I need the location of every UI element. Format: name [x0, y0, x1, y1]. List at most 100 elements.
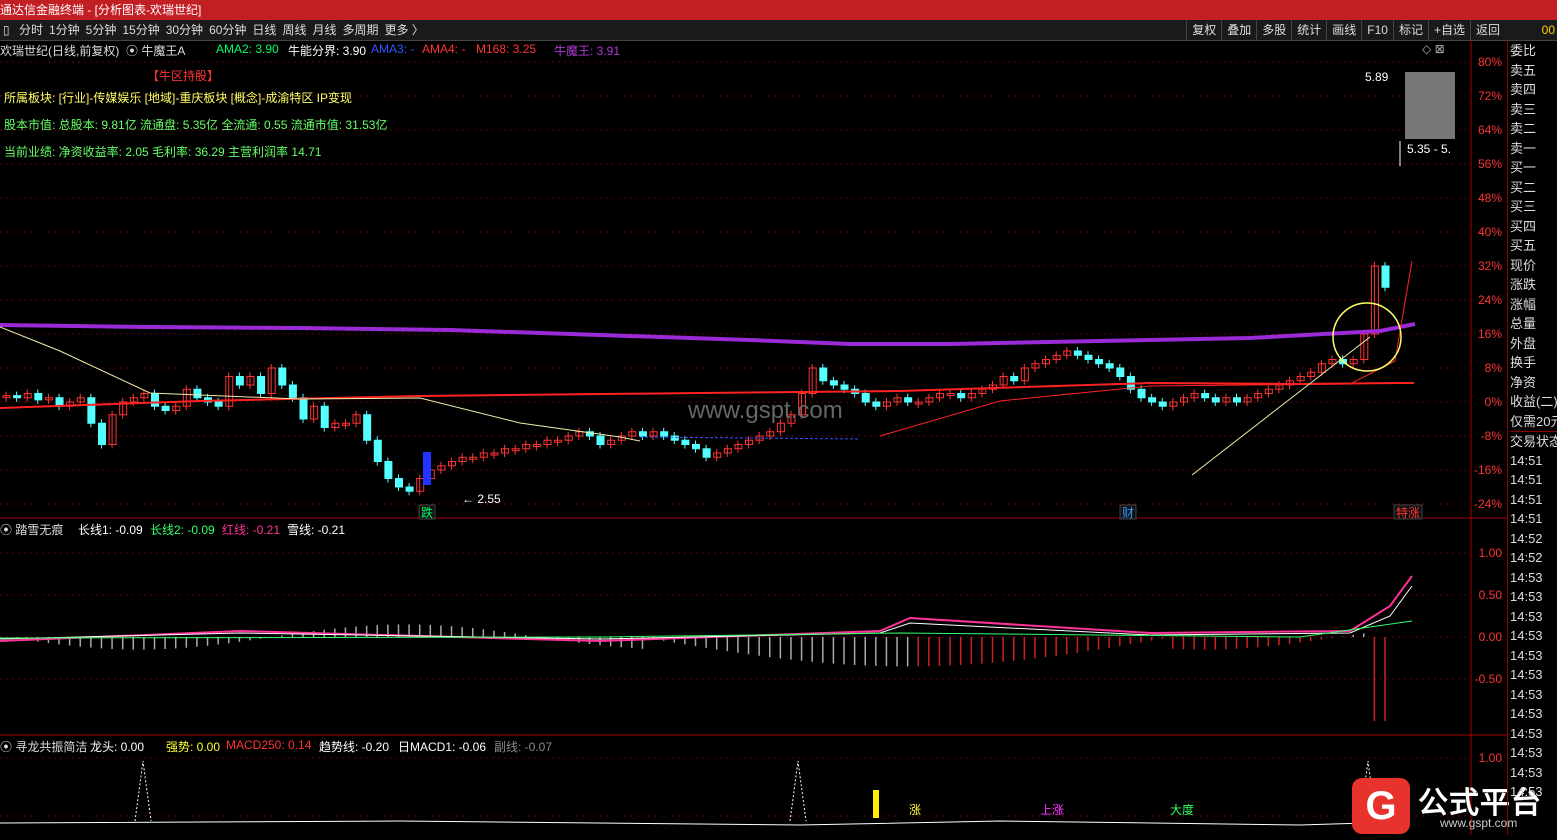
tool-button-1[interactable]: 叠加 — [1221, 20, 1256, 40]
highlight-circle — [1332, 302, 1402, 372]
logo-url: www.gspt.com — [1440, 816, 1518, 830]
y-axis-label: -24% — [1474, 497, 1502, 511]
marker-label: 财 — [1122, 506, 1134, 520]
candle-body — [904, 397, 913, 403]
sidebar-item-17[interactable]: 净资 — [1510, 373, 1557, 393]
sidebar-item-25[interactable]: 14:52 — [1510, 529, 1557, 549]
sidebar-item-33[interactable]: 14:53 — [1510, 685, 1557, 705]
period-tab-6[interactable]: 日线 — [249, 20, 279, 40]
window-title: 通达信金融终端 - [分析图表-欢瑞世纪] — [0, 3, 202, 17]
toolbar-number: 00 — [1541, 23, 1555, 37]
tool-button-5[interactable]: F10 — [1361, 20, 1393, 40]
period-tab-2[interactable]: 5分钟 — [83, 20, 120, 40]
ind1-axis-label: 0.00 — [1479, 630, 1503, 644]
candle-body — [670, 435, 679, 441]
y-axis-label: 64% — [1478, 123, 1502, 137]
sidebar-item-16[interactable]: 换手 — [1510, 353, 1557, 373]
y-axis-label: 8% — [1485, 361, 1503, 375]
period-tab-8[interactable]: 月线 — [309, 20, 339, 40]
indicator2-label: 寻龙共振简洁 — [15, 740, 88, 754]
sidebar-item-1[interactable]: 卖五 — [1510, 61, 1557, 81]
candle-body — [819, 367, 828, 382]
indicator2-icon[interactable]: ⦿ — [0, 740, 12, 754]
sidebar-item-0[interactable]: 委比 — [1510, 41, 1557, 61]
candle-body — [278, 367, 287, 386]
candle-body — [363, 414, 372, 441]
sidebar-item-3[interactable]: 卖三 — [1510, 100, 1557, 120]
sidebar-item-20[interactable]: 交易状态 — [1510, 431, 1557, 451]
sidebar-item-24[interactable]: 14:51 — [1510, 509, 1557, 529]
toolbar-menu-icon[interactable]: ▯ — [0, 20, 13, 40]
candle-body — [1010, 376, 1019, 382]
candle-body — [638, 431, 647, 437]
candle-body — [320, 405, 329, 428]
sidebar-item-37[interactable]: 14:53 — [1510, 763, 1557, 783]
sidebar-item-15[interactable]: 外盘 — [1510, 334, 1557, 354]
sidebar-item-4[interactable]: 卖二 — [1510, 119, 1557, 139]
ind2-axis-label: 1.00 — [1479, 751, 1503, 765]
sidebar-item-28[interactable]: 14:53 — [1510, 587, 1557, 607]
sidebar-item-8[interactable]: 买三 — [1510, 197, 1557, 217]
sidebar-item-12[interactable]: 涨跌 — [1510, 275, 1557, 295]
sidebar-item-32[interactable]: 14:53 — [1510, 665, 1557, 685]
chevron-down-icon[interactable]: ⦿ — [126, 44, 138, 58]
tool-button-4[interactable]: 画线 — [1326, 20, 1361, 40]
sidebar-item-36[interactable]: 14:53 — [1510, 743, 1557, 763]
tool-button-0[interactable]: 复权 — [1186, 20, 1221, 40]
period-tab-5[interactable]: 60分钟 — [206, 20, 249, 40]
sidebar-item-29[interactable]: 14:53 — [1510, 607, 1557, 627]
sidebar-item-35[interactable]: 14:53 — [1510, 724, 1557, 744]
indicator-name: ⦿ 牛魔王A — [126, 42, 185, 59]
signal-label: 大度 — [1170, 802, 1194, 817]
sidebar-item-27[interactable]: 14:53 — [1510, 568, 1557, 588]
sidebar-item-31[interactable]: 14:53 — [1510, 646, 1557, 666]
diamond-icon[interactable]: ◇ ⊠ — [1422, 42, 1445, 56]
period-tab-10[interactable]: 更多 〉 — [381, 20, 426, 40]
sidebar-item-11[interactable]: 现价 — [1510, 256, 1557, 276]
watermark: www.gspt.com — [687, 397, 843, 424]
period-tab-0[interactable]: 分时 — [16, 20, 46, 40]
low-label: ← 2.55 — [462, 492, 501, 506]
indicator1-icon[interactable]: ⦿ — [0, 523, 12, 537]
y-axis-label: 48% — [1478, 191, 1502, 205]
sidebar-item-38[interactable]: 14:53 — [1510, 782, 1557, 802]
sidebar-item-7[interactable]: 买二 — [1510, 178, 1557, 198]
sidebar-item-34[interactable]: 14:53 — [1510, 704, 1557, 724]
candle-body — [596, 435, 605, 445]
ind2-v6: 副线: -0.07 — [494, 740, 553, 754]
sidebar-item-2[interactable]: 卖四 — [1510, 80, 1557, 100]
period-tab-3[interactable]: 15分钟 — [119, 20, 162, 40]
tool-button-2[interactable]: 多股 — [1256, 20, 1291, 40]
tool-button-6[interactable]: 标记 — [1392, 20, 1428, 40]
sidebar-item-26[interactable]: 14:52 — [1510, 548, 1557, 568]
sidebar-item-18[interactable]: 收益(二) — [1510, 392, 1557, 412]
sidebar-item-21[interactable]: 14:51 — [1510, 451, 1557, 471]
ama2-value: AMA2: 3.90 — [216, 42, 279, 56]
chart-area[interactable]: 80% 72% 64% 56% 48% 40% 32% 24% 16% 8% 0% -8% -16% -2… — [0, 41, 1541, 835]
sidebar-item-22[interactable]: 14:51 — [1510, 470, 1557, 490]
performance-info: 当前业绩: 净资收益率: 2.05 毛利率: 36.29 主营利润率 14.71 — [4, 145, 322, 159]
candle-body — [394, 478, 403, 488]
tool-button-7[interactable]: +自选 — [1427, 20, 1470, 40]
tool-button-8[interactable]: 返回 — [1469, 20, 1505, 40]
niuneng-value: 牛能分界: 3.90 — [288, 44, 367, 58]
sidebar-item-13[interactable]: 涨幅 — [1510, 295, 1557, 315]
sidebar-item-5[interactable]: 卖一 — [1510, 139, 1557, 159]
sidebar-item-14[interactable]: 总量 — [1510, 314, 1557, 334]
sidebar-item-19[interactable]: 仅需20元 — [1510, 412, 1557, 432]
tool-button-3[interactable]: 统计 — [1291, 20, 1326, 40]
candle-body — [702, 448, 711, 458]
chart-canvas[interactable]: 80% 72% 64% 56% 48% 40% 32% 24% 16% 8% 0% -8% -16% -2… — [0, 41, 1507, 835]
sidebar-item-10[interactable]: 买五 — [1510, 236, 1557, 256]
sidebar-item-9[interactable]: 买四 — [1510, 217, 1557, 237]
period-tab-4[interactable]: 30分钟 — [163, 20, 206, 40]
period-tab-9[interactable]: 多周期 — [339, 20, 381, 40]
sidebar-item-6[interactable]: 买一 — [1510, 158, 1557, 178]
period-tab-1[interactable]: 1分钟 — [46, 20, 83, 40]
candle-body — [405, 486, 414, 492]
marker-label: 特涨 — [1396, 505, 1420, 520]
sidebar-item-30[interactable]: 14:53 — [1510, 626, 1557, 646]
period-tab-7[interactable]: 周线 — [279, 20, 309, 40]
m168-value: M168: 3.25 — [476, 42, 537, 56]
sidebar-item-23[interactable]: 14:51 — [1510, 490, 1557, 510]
